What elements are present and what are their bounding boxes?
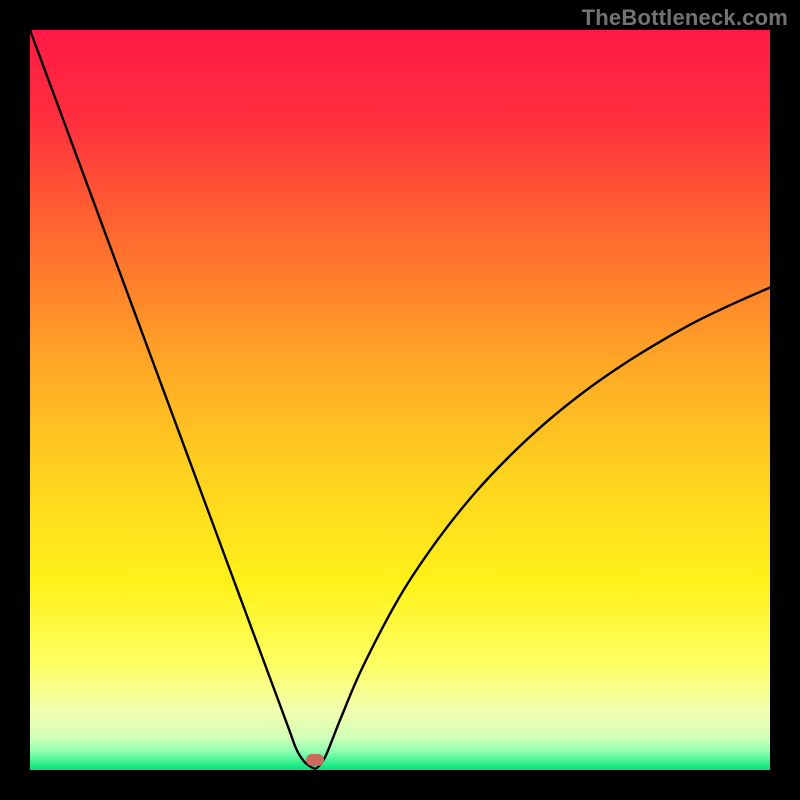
- curve-layer: [30, 30, 770, 770]
- plot-area: [30, 30, 770, 770]
- optimal-marker-icon: [306, 754, 324, 766]
- watermark-text: TheBottleneck.com: [582, 5, 788, 31]
- bottleneck-curve: [30, 30, 770, 769]
- chart-frame: TheBottleneck.com: [0, 0, 800, 800]
